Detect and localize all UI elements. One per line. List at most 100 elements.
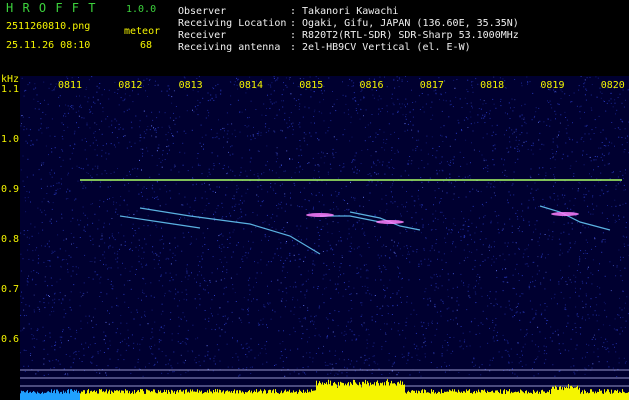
noise-dot bbox=[504, 242, 506, 244]
level-bar bbox=[481, 389, 482, 400]
level-bar bbox=[205, 391, 206, 400]
noise-dot bbox=[520, 215, 522, 217]
noise-dot bbox=[568, 95, 570, 96]
noise-dot bbox=[54, 135, 56, 137]
noise-dot bbox=[509, 118, 511, 119]
noise-dot bbox=[135, 232, 137, 234]
noise-dot bbox=[348, 233, 350, 235]
noise-dot bbox=[310, 216, 312, 218]
noise-dot bbox=[575, 215, 577, 217]
noise-dot bbox=[230, 95, 232, 97]
level-bar bbox=[62, 393, 63, 400]
noise-dot bbox=[108, 267, 110, 269]
level-bar bbox=[224, 393, 225, 400]
noise-dot bbox=[49, 332, 51, 334]
level-bar bbox=[313, 390, 314, 400]
noise-dot bbox=[496, 124, 498, 126]
noise-dot bbox=[340, 274, 341, 276]
noise-dot bbox=[407, 253, 409, 255]
level-bar bbox=[567, 388, 568, 400]
noise-dot bbox=[478, 217, 480, 219]
noise-dot bbox=[373, 97, 375, 99]
noise-dot bbox=[532, 261, 534, 263]
noise-dot bbox=[262, 363, 264, 365]
noise-dot bbox=[208, 317, 210, 319]
noise-dot bbox=[448, 364, 450, 366]
noise-dot bbox=[581, 280, 583, 282]
noise-dot bbox=[549, 196, 551, 198]
noise-dot bbox=[504, 174, 506, 176]
noise-dot bbox=[574, 198, 576, 200]
noise-dot bbox=[554, 110, 556, 112]
noise-dot bbox=[246, 342, 248, 344]
level-bar bbox=[584, 389, 585, 400]
noise-dot bbox=[174, 165, 176, 167]
noise-dot bbox=[141, 339, 143, 341]
noise-dot bbox=[306, 291, 308, 292]
noise-dot bbox=[141, 257, 142, 259]
noise-dot bbox=[114, 239, 116, 241]
noise-dot bbox=[425, 237, 427, 239]
noise-dot bbox=[279, 343, 281, 345]
noise-dot bbox=[70, 366, 72, 368]
level-bar bbox=[228, 391, 229, 400]
noise-dot bbox=[617, 97, 619, 98]
level-bar bbox=[80, 393, 81, 400]
noise-dot bbox=[21, 123, 22, 125]
level-bar bbox=[331, 385, 332, 400]
noise-dot bbox=[257, 186, 259, 188]
level-bar bbox=[346, 385, 347, 400]
noise-dot bbox=[415, 101, 417, 103]
noise-dot bbox=[463, 217, 465, 219]
noise-dot bbox=[213, 163, 215, 164]
noise-dot bbox=[199, 283, 201, 285]
noise-dot bbox=[171, 339, 173, 341]
noise-dot bbox=[112, 285, 114, 287]
level-bar bbox=[140, 389, 141, 400]
noise-dot bbox=[584, 373, 586, 375]
noise-dot bbox=[480, 191, 482, 193]
level-bar bbox=[114, 390, 115, 400]
noise-dot bbox=[549, 100, 551, 102]
noise-dot bbox=[289, 78, 290, 80]
noise-dot bbox=[332, 249, 334, 251]
noise-dot bbox=[407, 163, 409, 165]
noise-dot bbox=[156, 254, 158, 256]
noise-dot bbox=[281, 298, 283, 300]
noise-dot bbox=[480, 108, 482, 110]
noise-dot bbox=[51, 176, 53, 178]
noise-dot bbox=[150, 295, 152, 297]
noise-dot bbox=[489, 250, 490, 251]
noise-dot bbox=[619, 93, 621, 95]
noise-dot bbox=[486, 186, 488, 188]
noise-dot bbox=[154, 129, 156, 131]
noise-dot bbox=[111, 124, 113, 126]
noise-dot bbox=[154, 321, 156, 323]
noise-dot bbox=[512, 110, 514, 112]
noise-dot bbox=[425, 208, 427, 210]
noise-dot bbox=[176, 131, 178, 133]
level-bar bbox=[423, 393, 424, 400]
noise-dot bbox=[516, 146, 518, 147]
noise-dot bbox=[606, 102, 608, 104]
noise-dot bbox=[627, 244, 629, 246]
noise-dot bbox=[427, 153, 429, 155]
level-bar bbox=[345, 383, 346, 400]
noise-dot bbox=[441, 169, 443, 171]
noise-dot bbox=[97, 99, 99, 101]
x-tick-label: 0820 bbox=[601, 80, 625, 91]
level-bar bbox=[429, 392, 430, 400]
noise-dot bbox=[84, 214, 86, 216]
noise-dot bbox=[493, 330, 495, 332]
noise-dot bbox=[487, 171, 489, 172]
noise-dot bbox=[374, 226, 376, 227]
noise-dot bbox=[586, 343, 587, 345]
level-bar bbox=[542, 389, 543, 400]
level-bar bbox=[137, 390, 138, 400]
noise-dot bbox=[51, 250, 53, 252]
level-bar bbox=[237, 390, 238, 400]
noise-dot bbox=[169, 318, 171, 320]
level-bar bbox=[74, 389, 75, 400]
noise-dot bbox=[463, 235, 465, 236]
noise-dot bbox=[370, 175, 372, 177]
